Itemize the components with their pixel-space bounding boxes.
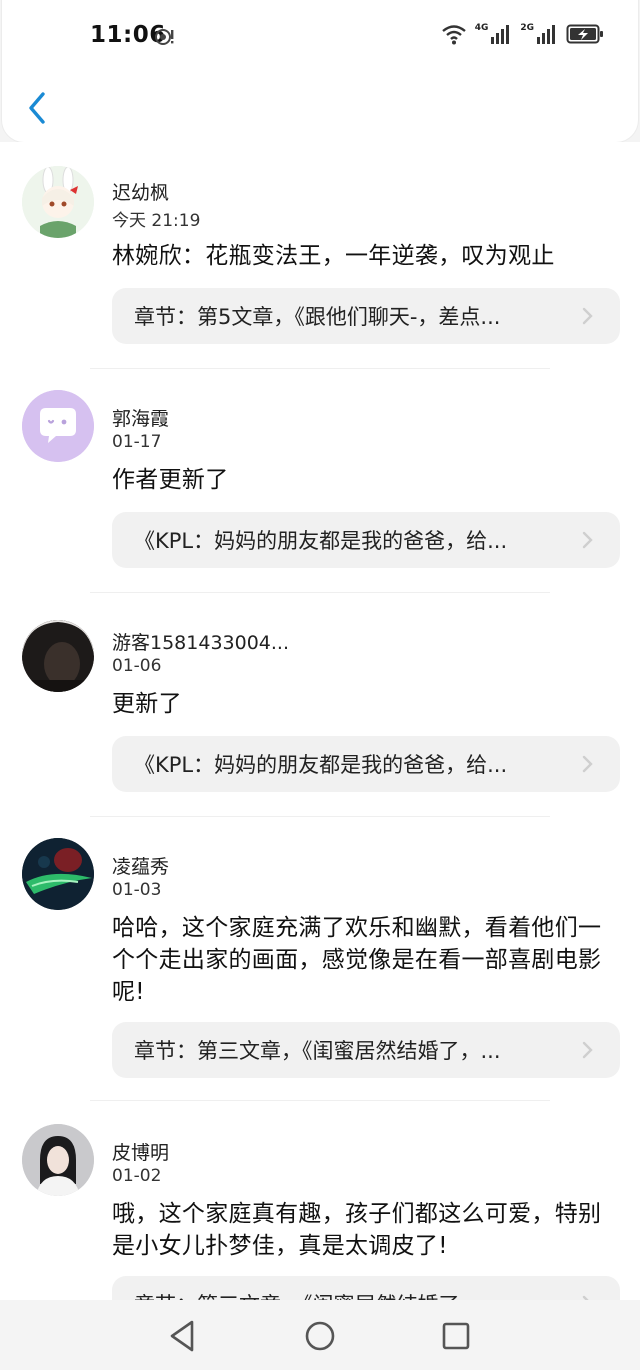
reference-text: 章节：第三文章，《闺蜜居然结婚了，... (134, 1289, 501, 1300)
user-name[interactable]: 凌蕴秀 (112, 852, 169, 879)
reference-text: 章节：第5文章，《跟他们聊天-，差点... (134, 305, 501, 329)
back-button[interactable] (22, 88, 52, 128)
user-name[interactable]: 迟幼枫 (112, 178, 169, 205)
chevron-left-icon (29, 92, 45, 124)
location-icon (155, 29, 174, 45)
comment-text: 更新了 (112, 691, 182, 717)
comment-time: 01-02 (112, 1166, 162, 1186)
chapter-reference-link[interactable]: 《KPL：妈妈的朋友都是我的爸爸，给... (112, 512, 620, 568)
recents-square-icon[interactable] (436, 1316, 476, 1356)
divider (90, 1100, 550, 1101)
avatar-chat-bubble-icon (22, 390, 94, 462)
chapter-reference-link[interactable]: 《KPL：妈妈的朋友都是我的爸爸，给... (112, 736, 620, 792)
chapter-reference-link[interactable]: 章节：第三文章，《闺蜜居然结婚了，... (112, 1022, 620, 1078)
user-name[interactable]: 郭海霞 (112, 404, 169, 431)
chevron-right-icon (582, 1295, 589, 1300)
chapter-reference-link[interactable]: 章节：第三文章，《闺蜜居然结婚了，... (112, 1276, 620, 1300)
comment-time: 01-03 (112, 880, 162, 900)
user-name[interactable]: 皮博明 (112, 1138, 169, 1165)
signal-icon (491, 25, 510, 44)
avatar-portrait-icon (22, 1124, 94, 1196)
back-triangle-icon[interactable] (162, 1316, 202, 1356)
comment-text: 哦，这个家庭真有趣，孩子们都这么可爱，特别是小女儿扑梦佳，真是太调皮了! (112, 1201, 602, 1259)
top-bar: 11:06 4G 2G (2, 0, 638, 142)
comment-feed[interactable]: 迟幼枫 今天 21:19 林婉欣：花瓶变法王，一年逆袭，叹为观止 章节：第5文章… (0, 142, 640, 1300)
avatar-game-art-icon (22, 838, 94, 910)
comment-text: 作者更新了 (112, 467, 229, 493)
divider (90, 368, 550, 369)
comment-time: 01-06 (112, 656, 162, 676)
comment-text: 林婉欣：花瓶变法王，一年逆袭，叹为观止 (112, 243, 555, 269)
divider (90, 592, 550, 593)
signal-icon-2 (537, 25, 555, 44)
home-circle-icon[interactable] (300, 1316, 340, 1356)
avatar[interactable] (22, 1124, 94, 1196)
wifi-icon (441, 25, 466, 45)
comment-text: 哈哈，这个家庭充满了欢乐和幽默，看着他们一个个走出家的画面，感觉像是在看一部喜剧… (112, 915, 602, 1005)
status-icons: 4G 2G (441, 23, 604, 45)
reference-text: 《KPL：妈妈的朋友都是我的爸爸，给... (134, 529, 508, 553)
battery-charging-icon (566, 24, 603, 44)
chevron-right-icon (582, 531, 593, 549)
chevron-right-icon (582, 755, 593, 773)
avatar-anime-girl-icon (22, 166, 94, 238)
chevron-right-icon (582, 1041, 593, 1059)
chevron-right-icon (582, 307, 593, 325)
user-name[interactable]: 游客1581433004... (112, 628, 289, 655)
chapter-reference-link[interactable]: 章节：第5文章，《跟他们聊天-，差点... (112, 288, 620, 344)
reference-text: 章节：第三文章，《闺蜜居然结婚了，... (134, 1039, 501, 1063)
comment-time: 今天 21:19 (112, 211, 201, 231)
avatar[interactable] (22, 166, 94, 238)
avatar[interactable] (22, 838, 94, 910)
avatar[interactable] (22, 390, 94, 462)
reference-text: 《KPL：妈妈的朋友都是我的爸爸，给... (134, 753, 508, 777)
divider (90, 816, 550, 817)
network-1-label: 4G (474, 23, 489, 33)
comment-time: 01-17 (112, 432, 162, 452)
avatar[interactable] (22, 620, 94, 692)
system-navigation-bar (0, 1300, 640, 1370)
network-2-label: 2G (520, 23, 534, 33)
avatar-photo-icon (22, 620, 94, 692)
